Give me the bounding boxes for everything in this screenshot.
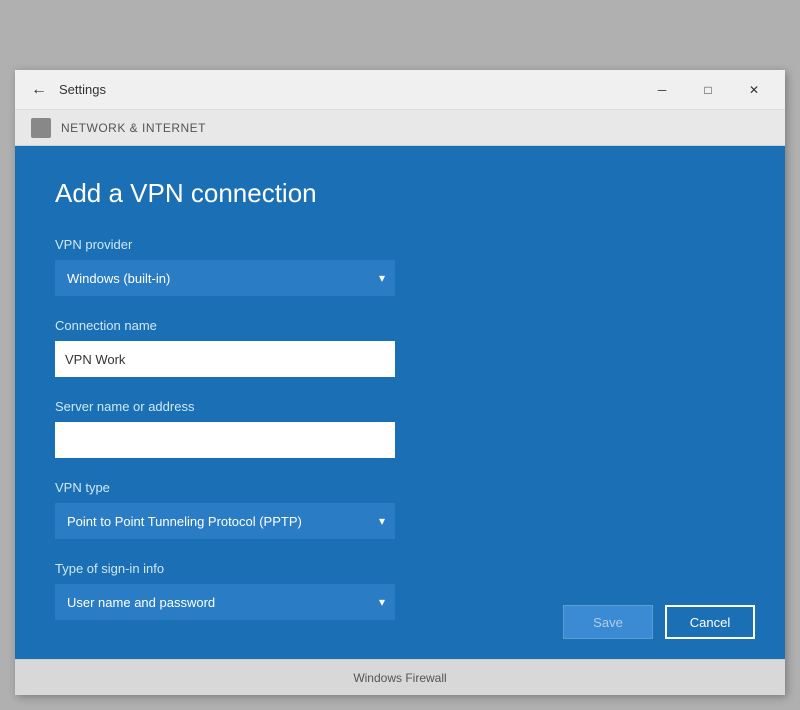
connection-name-group: Connection name	[55, 318, 745, 377]
bottom-strip: Windows Firewall	[15, 659, 785, 695]
server-label: Server name or address	[55, 399, 745, 414]
close-button[interactable]: ✕	[731, 70, 777, 110]
vpn-provider-select[interactable]: Windows (built-in)	[55, 260, 395, 296]
window-controls: ─ □ ✕	[639, 70, 777, 110]
vpn-provider-wrapper: Windows (built-in) ▾	[55, 260, 395, 296]
signin-label: Type of sign-in info	[55, 561, 745, 576]
maximize-button[interactable]: □	[685, 70, 731, 110]
page-title: Add a VPN connection	[55, 178, 745, 209]
connection-name-label: Connection name	[55, 318, 745, 333]
vpn-panel: Add a VPN connection VPN provider Window…	[15, 146, 785, 659]
server-group: Server name or address	[55, 399, 745, 458]
back-button[interactable]: ←	[23, 74, 55, 106]
vpn-type-group: VPN type Point to Point Tunneling Protoc…	[55, 480, 745, 539]
save-button[interactable]: Save	[563, 605, 653, 639]
vpn-provider-group: VPN provider Windows (built-in) ▾	[55, 237, 745, 296]
vpn-type-select[interactable]: Point to Point Tunneling Protocol (PPTP)…	[55, 503, 395, 539]
title-bar: ← Settings ─ □ ✕	[15, 70, 785, 110]
cancel-button[interactable]: Cancel	[665, 605, 755, 639]
connection-name-input[interactable]	[55, 341, 395, 377]
footer-text: Windows Firewall	[353, 671, 446, 685]
server-input[interactable]	[55, 422, 395, 458]
header-text: NETWORK & INTERNET	[61, 121, 206, 135]
header-strip: NETWORK & INTERNET	[15, 110, 785, 146]
window-title: Settings	[59, 82, 639, 97]
network-icon	[31, 118, 51, 138]
content-area: Add a VPN connection VPN provider Window…	[15, 146, 785, 659]
vpn-provider-label: VPN provider	[55, 237, 745, 252]
action-buttons: Save Cancel	[563, 605, 755, 639]
vpn-type-wrapper: Point to Point Tunneling Protocol (PPTP)…	[55, 503, 395, 539]
minimize-button[interactable]: ─	[639, 70, 685, 110]
settings-window: ← Settings ─ □ ✕ NETWORK & INTERNET Add …	[15, 70, 785, 695]
vpn-type-label: VPN type	[55, 480, 745, 495]
signin-select[interactable]: User name and passwordSmart cardOne-time…	[55, 584, 395, 620]
signin-wrapper: User name and passwordSmart cardOne-time…	[55, 584, 395, 620]
